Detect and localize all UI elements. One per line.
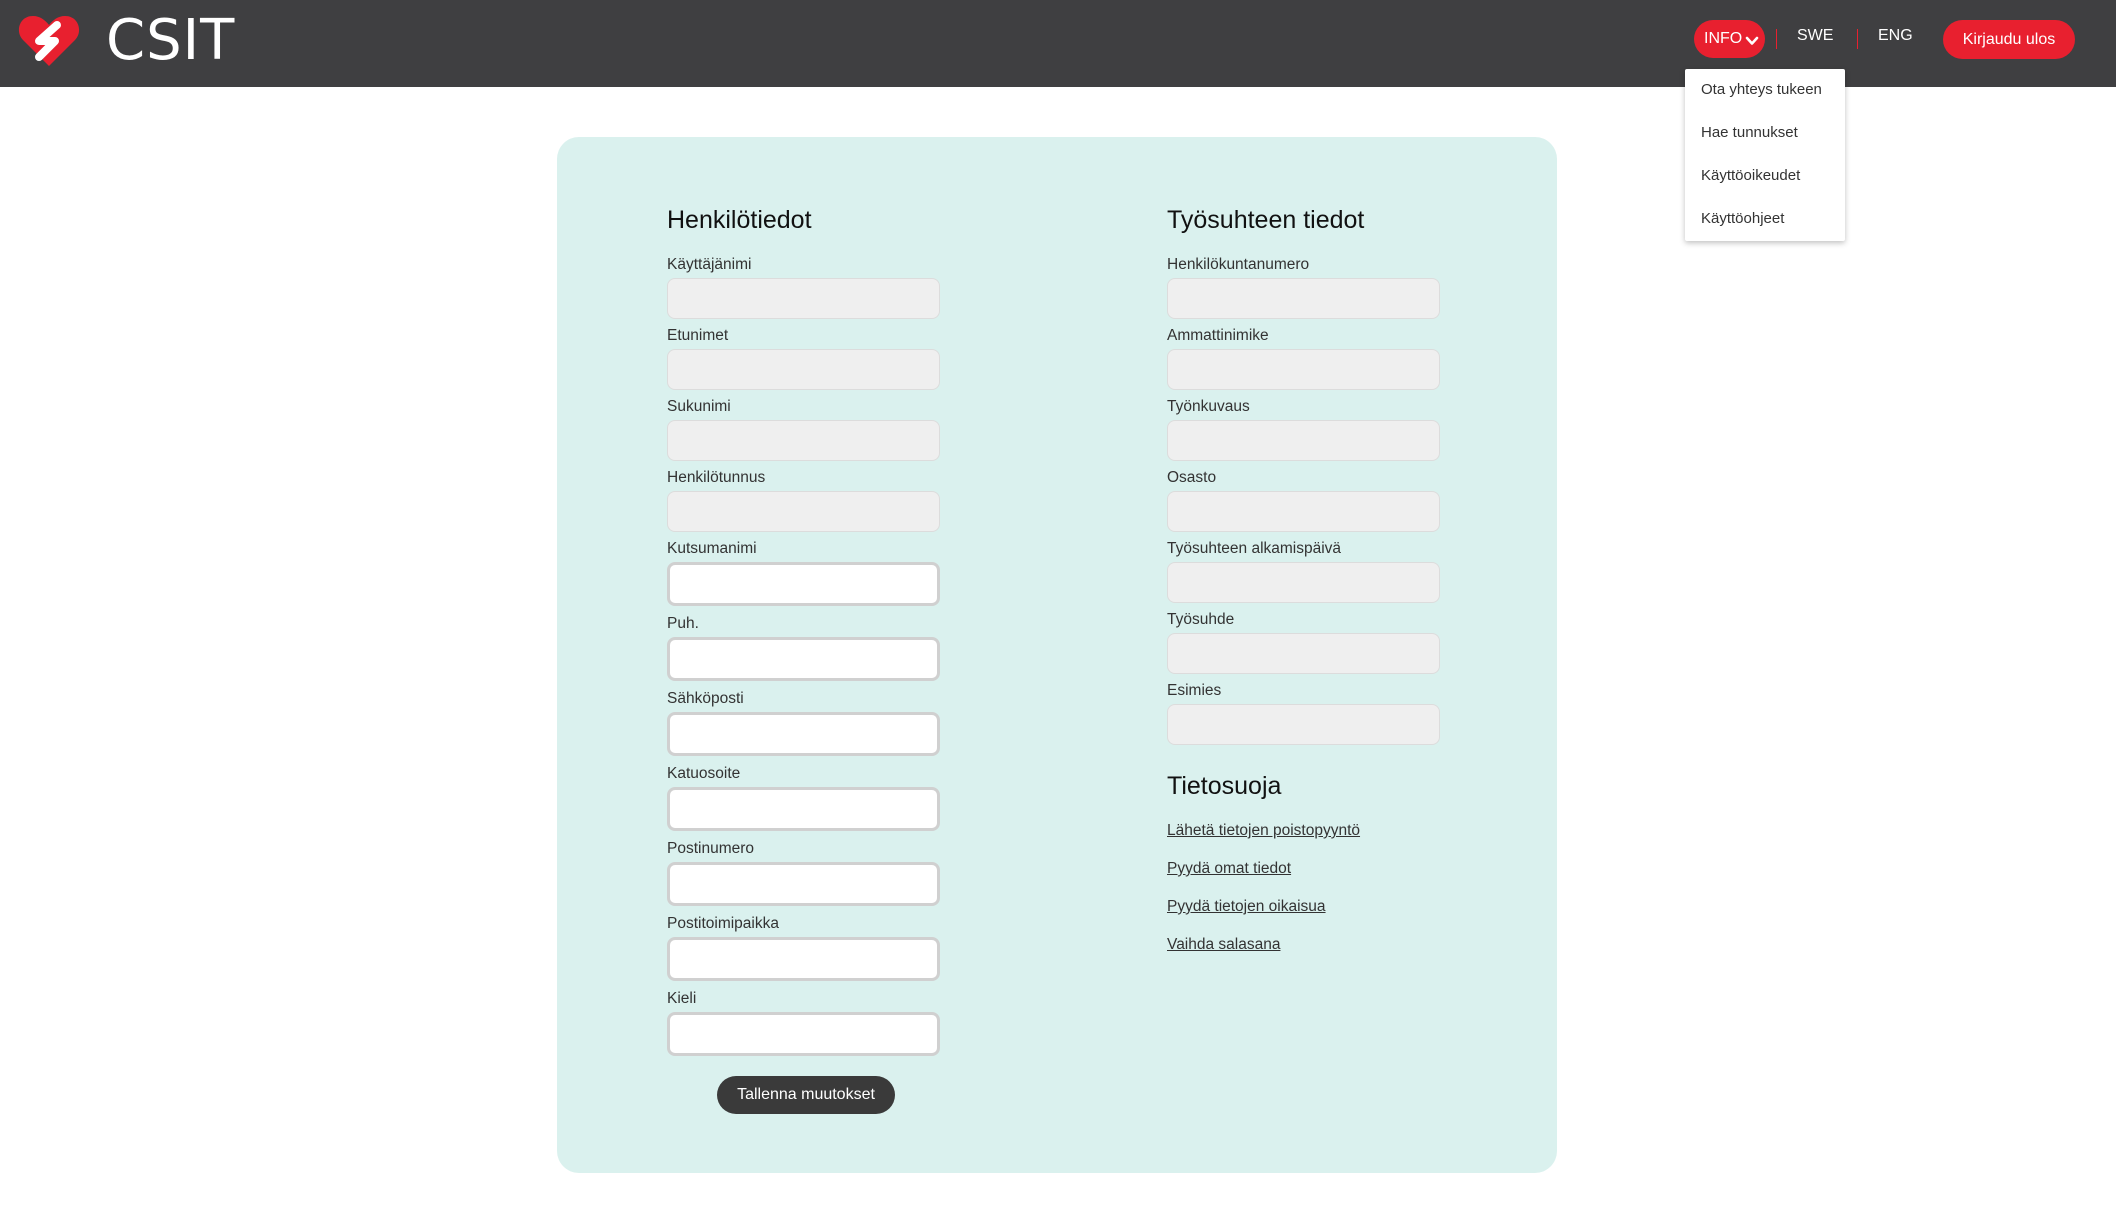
job-title-label: Ammattinimike — [1167, 327, 1269, 344]
personal-id-field — [667, 491, 940, 532]
job-description-label: Työnkuvaus — [1167, 398, 1250, 415]
change-password-link[interactable]: Vaihda salasana — [1167, 936, 1280, 954]
language-swe-link[interactable]: SWE — [1797, 27, 1833, 45]
postal-code-label: Postinumero — [667, 840, 755, 857]
staff-number-label: Henkilökuntanumero — [1167, 256, 1310, 273]
phone-label: Puh. — [667, 615, 699, 632]
logout-button[interactable]: Kirjaudu ulos — [1943, 20, 2075, 59]
staff-number-field — [1167, 278, 1440, 319]
city-label: Postitoimipaikka — [667, 915, 779, 932]
request-correction-link[interactable]: Pyydä tietojen oikaisua — [1167, 898, 1326, 916]
chevron-down-icon — [1745, 36, 1759, 45]
language-eng-link[interactable]: ENG — [1878, 27, 1913, 45]
job-description-field — [1167, 420, 1440, 461]
save-changes-button[interactable]: Tallenna muutokset — [717, 1076, 895, 1114]
employment-start-label: Työsuhteen alkamispäivä — [1167, 540, 1342, 557]
info-menu-label: INFO — [1704, 30, 1743, 47]
employment-type-field — [1167, 633, 1440, 674]
info-menu-button[interactable]: INFO — [1694, 20, 1765, 58]
brand-name[interactable]: CSIT — [106, 10, 235, 72]
nickname-input[interactable] — [667, 562, 940, 606]
menu-item-user-guide[interactable]: Käyttöohjeet — [1701, 210, 1784, 227]
first-names-field — [667, 349, 940, 390]
email-input[interactable] — [667, 712, 940, 756]
job-title-field — [1167, 349, 1440, 390]
csit-logo-icon[interactable] — [17, 11, 81, 69]
privacy-title: Tietosuoja — [1167, 772, 1282, 800]
supervisor-label: Esimies — [1167, 682, 1222, 699]
username-field — [667, 278, 940, 319]
department-label: Osasto — [1167, 469, 1217, 486]
menu-item-get-credentials[interactable]: Hae tunnukset — [1701, 124, 1798, 141]
last-name-label: Sukunimi — [667, 398, 731, 415]
nav-divider — [1857, 29, 1858, 49]
employment-start-field — [1167, 562, 1440, 603]
email-label: Sähköposti — [667, 690, 744, 707]
supervisor-field — [1167, 704, 1440, 745]
nav-divider — [1776, 29, 1777, 49]
first-names-label: Etunimet — [667, 327, 729, 344]
employment-type-label: Työsuhde — [1167, 611, 1235, 628]
personal-id-label: Henkilötunnus — [667, 469, 766, 486]
phone-input[interactable] — [667, 637, 940, 681]
personal-info-title: Henkilötiedot — [667, 206, 812, 234]
language-label: Kieli — [667, 990, 697, 1007]
menu-item-access-rights[interactable]: Käyttöoikeudet — [1701, 167, 1800, 184]
language-input[interactable] — [667, 1012, 940, 1056]
info-dropdown-menu: Ota yhteys tukeen Hae tunnukset Käyttöoi… — [1685, 69, 1845, 241]
nickname-label: Kutsumanimi — [667, 540, 757, 557]
employment-info-title: Työsuhteen tiedot — [1167, 206, 1365, 234]
city-input[interactable] — [667, 937, 940, 981]
username-label: Käyttäjänimi — [667, 256, 752, 273]
last-name-field — [667, 420, 940, 461]
request-deletion-link[interactable]: Lähetä tietojen poistopyyntö — [1167, 822, 1360, 840]
street-address-input[interactable] — [667, 787, 940, 831]
menu-item-contact-support[interactable]: Ota yhteys tukeen — [1701, 81, 1822, 98]
postal-code-input[interactable] — [667, 862, 940, 906]
request-own-data-link[interactable]: Pyydä omat tiedot — [1167, 860, 1291, 878]
street-address-label: Katuosoite — [667, 765, 741, 782]
department-field — [1167, 491, 1440, 532]
